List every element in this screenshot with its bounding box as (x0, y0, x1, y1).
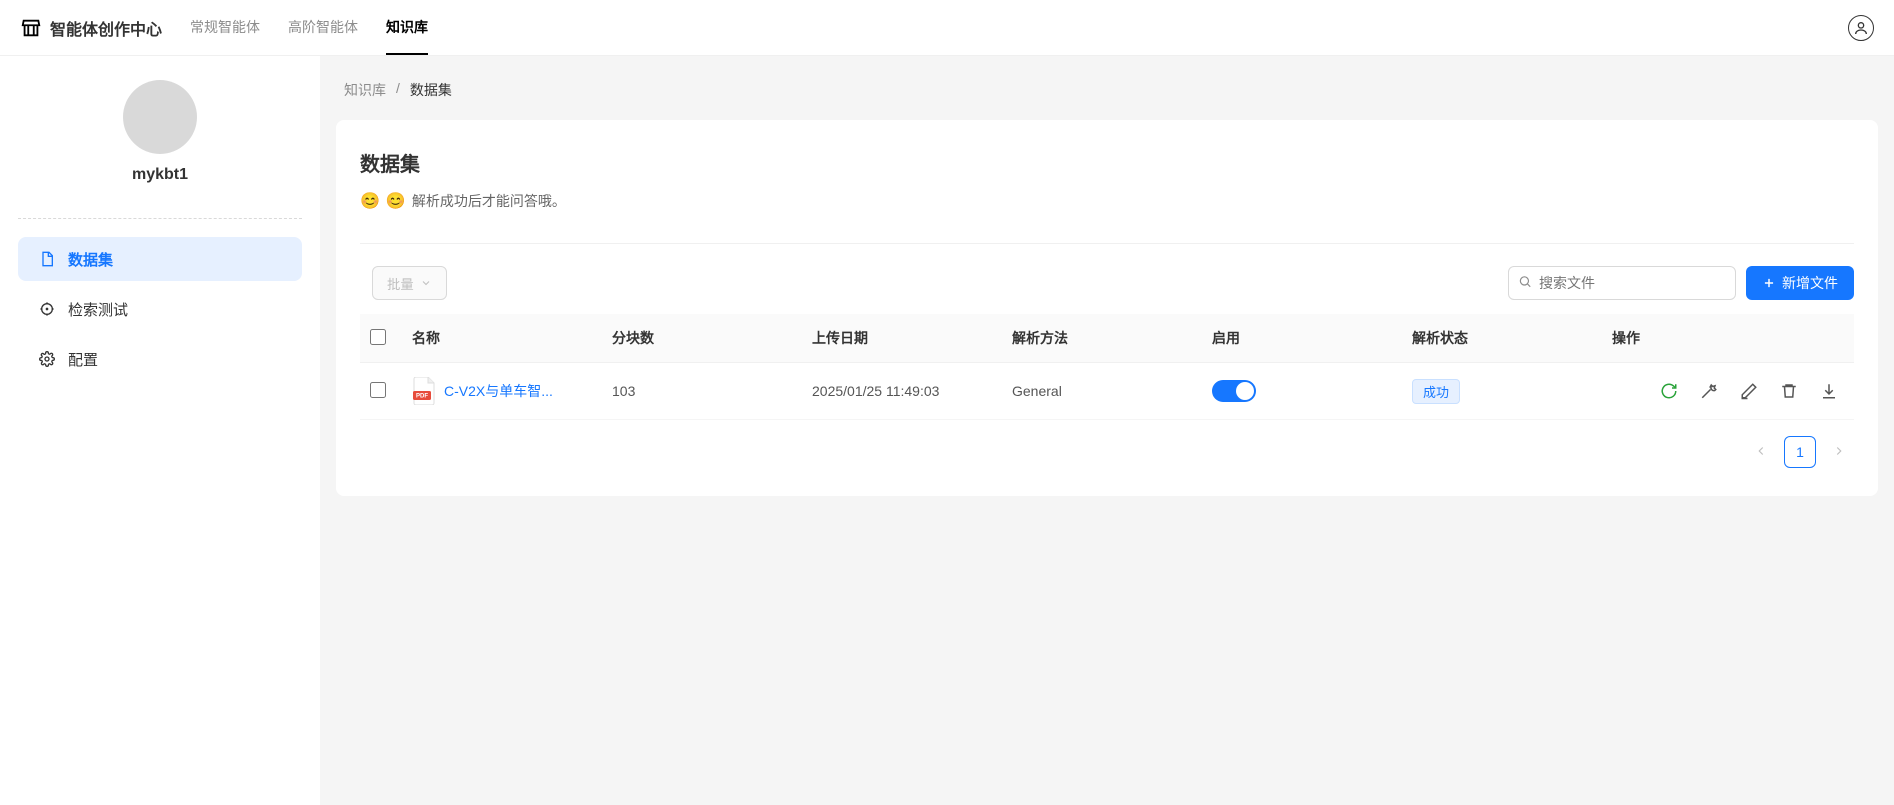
th-enable: 启用 (1202, 314, 1402, 363)
sidebar-item-label: 数据集 (68, 249, 113, 270)
brand-title: 智能体创作中心 (50, 16, 162, 40)
trash-icon (1780, 382, 1798, 400)
sidebar: mykbt1 数据集 检索测试 配置 (0, 56, 320, 805)
config-button[interactable] (1700, 382, 1718, 400)
file-name-link[interactable]: C-V2X与单车智... (444, 381, 553, 401)
th-chunks: 分块数 (602, 314, 802, 363)
prev-page-button[interactable] (1750, 440, 1772, 465)
page-title: 数据集 (360, 148, 1854, 177)
divider (360, 243, 1854, 244)
wrench-icon (1700, 382, 1718, 400)
th-ops: 操作 (1602, 314, 1854, 363)
th-upload-date: 上传日期 (802, 314, 1002, 363)
toolbar: 批量 新增文件 (360, 266, 1854, 300)
avatar (123, 80, 197, 154)
cell-upload-date: 2025/01/25 11:49:03 (802, 363, 1002, 420)
breadcrumb: 知识库 / 数据集 (320, 56, 1894, 120)
delete-button[interactable] (1780, 382, 1798, 400)
refresh-icon (1660, 382, 1678, 400)
add-file-button[interactable]: 新增文件 (1746, 266, 1854, 300)
pagination: 1 (360, 436, 1854, 468)
shop-icon (20, 17, 42, 39)
row-checkbox[interactable] (370, 382, 386, 398)
reparse-button[interactable] (1660, 382, 1678, 400)
enable-toggle[interactable] (1212, 380, 1256, 402)
top-header: 智能体创作中心 常规智能体 高阶智能体 知识库 (0, 0, 1894, 56)
edit-icon (1740, 382, 1758, 400)
file-icon (38, 250, 56, 268)
breadcrumb-sep: / (396, 80, 400, 100)
chevron-down-icon (420, 277, 432, 289)
smile-icon: 😊 (386, 191, 406, 211)
main: 知识库 / 数据集 数据集 😊 😊 解析成功后才能问答哦。 批量 (320, 56, 1894, 805)
chevron-left-icon (1754, 444, 1768, 458)
search-icon (1518, 275, 1532, 292)
tab-advanced-agent[interactable]: 高阶智能体 (288, 0, 358, 55)
sidebar-item-retrieval-test[interactable]: 检索测试 (18, 287, 302, 331)
user-icon (1853, 20, 1869, 36)
smile-icon: 😊 (360, 191, 380, 211)
profile-block: mykbt1 (18, 80, 302, 184)
rename-button[interactable] (1740, 382, 1758, 400)
status-badge: 成功 (1412, 379, 1460, 404)
files-table: 名称 分块数 上传日期 解析方法 启用 解析状态 操作 (360, 314, 1854, 420)
top-tabs: 常规智能体 高阶智能体 知识库 (190, 0, 428, 55)
sidebar-item-config[interactable]: 配置 (18, 337, 302, 381)
row-actions (1612, 382, 1844, 400)
page-number[interactable]: 1 (1784, 436, 1816, 468)
cell-method: General (1002, 363, 1202, 420)
table-row: PDF C-V2X与单车智... 103 2025/01/25 11:49:03… (360, 363, 1854, 420)
tab-knowledge-base[interactable]: 知识库 (386, 0, 428, 55)
breadcrumb-root[interactable]: 知识库 (344, 80, 386, 100)
th-status: 解析状态 (1402, 314, 1602, 363)
cell-chunks: 103 (602, 363, 802, 420)
sidebar-item-dataset[interactable]: 数据集 (18, 237, 302, 281)
gear-icon (38, 350, 56, 368)
sidebar-item-label: 检索测试 (68, 299, 128, 320)
th-method: 解析方法 (1002, 314, 1202, 363)
subtitle-text: 解析成功后才能问答哦。 (412, 191, 566, 211)
bulk-action-button[interactable]: 批量 (372, 266, 447, 300)
sidebar-item-label: 配置 (68, 349, 98, 370)
th-name: 名称 (402, 314, 602, 363)
download-button[interactable] (1820, 382, 1838, 400)
search-wrap (1508, 266, 1736, 300)
tab-normal-agent[interactable]: 常规智能体 (190, 0, 260, 55)
username: mykbt1 (132, 166, 188, 184)
select-all-checkbox[interactable] (370, 329, 386, 345)
content-panel: 数据集 😊 😊 解析成功后才能问答哦。 批量 (336, 120, 1878, 496)
user-avatar-button[interactable] (1848, 15, 1874, 41)
page-subtitle: 😊 😊 解析成功后才能问答哦。 (360, 191, 1854, 211)
breadcrumb-current: 数据集 (410, 80, 452, 100)
target-icon (38, 300, 56, 318)
bulk-label: 批量 (387, 274, 414, 293)
pdf-icon: PDF (412, 377, 436, 405)
chevron-right-icon (1832, 444, 1846, 458)
brand[interactable]: 智能体创作中心 (20, 16, 162, 40)
search-input[interactable] (1508, 266, 1736, 300)
download-icon (1820, 382, 1838, 400)
divider (18, 218, 302, 219)
plus-icon (1762, 276, 1776, 290)
svg-text:PDF: PDF (416, 394, 428, 400)
add-file-label: 新增文件 (1782, 273, 1838, 293)
next-page-button[interactable] (1828, 440, 1850, 465)
